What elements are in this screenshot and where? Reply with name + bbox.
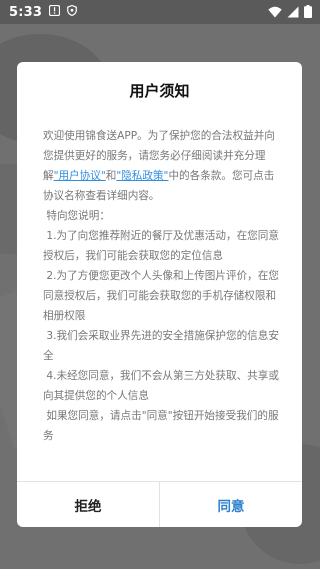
intro-paragraph: 欢迎使用锦食送APP。为了保护您的合法权益并向您提供更好的服务，请您务必仔细阅读… <box>43 126 283 206</box>
notice-item: 4.未经您同意，我们不会从第三方处获取、共享或向其提供您的个人信息 <box>43 370 279 402</box>
and-text: 和 <box>105 170 117 182</box>
agree-button[interactable]: 同意 <box>160 482 302 527</box>
dialog-footer: 拒绝 同意 <box>17 481 302 527</box>
user-agreement-link[interactable]: "用户协议" <box>54 170 106 182</box>
dialog-title: 用户须知 <box>129 82 190 100</box>
notice-item: 2.为了方便您更改个人头像和上传图片评价，在您同意授权后，我们可能会获取您的手机… <box>43 270 279 322</box>
notice-heading: 特向您说明： <box>46 210 110 222</box>
privacy-policy-link[interactable]: "隐私政策" <box>116 170 168 182</box>
refuse-button[interactable]: 拒绝 <box>17 482 160 527</box>
notice-item: 3.我们会采取业界先进的安全措施保护您的信息安全 <box>43 330 279 362</box>
dialog-body: 欢迎使用锦食送APP。为了保护您的合法权益并向您提供更好的服务，请您务必仔细阅读… <box>43 126 283 446</box>
shield-icon <box>67 4 78 20</box>
status-bar: 5:33 <box>0 0 320 24</box>
signal-icon <box>287 6 299 22</box>
notice-item: 1.为了向您推荐附近的餐厅及优惠活动，在您同意授权后，我们可能会获取您的定位信息 <box>43 230 279 262</box>
wifi-icon <box>268 6 282 22</box>
closing-text: 如果您同意，请点击"同意"按钮开始接受我们的服务 <box>43 410 279 442</box>
alert-icon <box>49 4 61 20</box>
status-time: 5:33 <box>9 4 43 20</box>
battery-icon <box>304 5 312 22</box>
user-notice-dialog: 用户须知 欢迎使用锦食送APP。为了保护您的合法权益并向您提供更好的服务，请您务… <box>17 62 302 527</box>
